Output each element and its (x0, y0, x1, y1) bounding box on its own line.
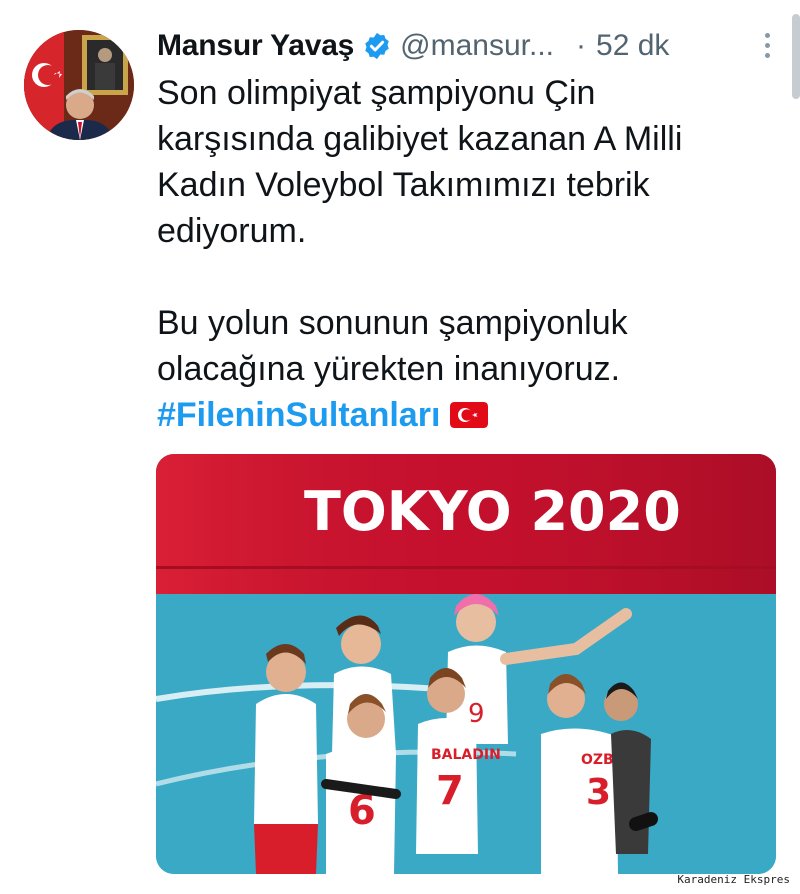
tweet-text-line: Son olimpiyat şampiyonu Çin (157, 74, 596, 112)
separator-dot: · (576, 29, 587, 62)
tweet-text-line: karşısında galibiyet kazanan A Milli (157, 120, 683, 158)
more-options-icon[interactable] (757, 30, 777, 62)
author-name[interactable]: Mansur Yavaş (157, 29, 354, 63)
tweet-header: Mansur Yavaş @mansur... · 52 dk (157, 24, 777, 68)
volleyball-team-photo: TOKYO 2020 9 7 BALADIN 6 3 OZBAY (156, 454, 776, 874)
svg-text:7: 7 (436, 768, 464, 814)
tweet-media-photo[interactable]: TOKYO 2020 9 7 BALADIN 6 3 OZBAY (156, 454, 776, 874)
avatar-image (24, 30, 134, 140)
tweet-text-line: olacağına yürekten inanıyoruz. (157, 350, 621, 388)
source-watermark: Karadeniz Ekspres (677, 873, 790, 886)
author-handle[interactable]: @mansur... (400, 29, 554, 63)
scrollbar-thumb[interactable] (792, 14, 800, 99)
banner-text: TOKYO 2020 (304, 480, 681, 543)
tweet-text-line: Bu yolun sonunun şampiyonluk (157, 304, 628, 342)
tweet-timestamp[interactable]: 52 dk (596, 29, 669, 63)
tweet-text-line: ediyorum. (157, 212, 307, 250)
tweet-text-line: Kadın Voleybol Takımımızı tebrik (157, 166, 650, 204)
hashtag-link[interactable]: #FileninSultanları (157, 392, 440, 438)
svg-text:BALADIN: BALADIN (431, 747, 501, 763)
tweet-text: Son olimpiyat şampiyonu Çin karşısında g… (157, 70, 747, 438)
turkey-flag-icon (450, 402, 489, 428)
svg-text:3: 3 (586, 772, 611, 813)
verified-badge-icon (365, 32, 389, 60)
author-avatar[interactable] (24, 30, 134, 140)
